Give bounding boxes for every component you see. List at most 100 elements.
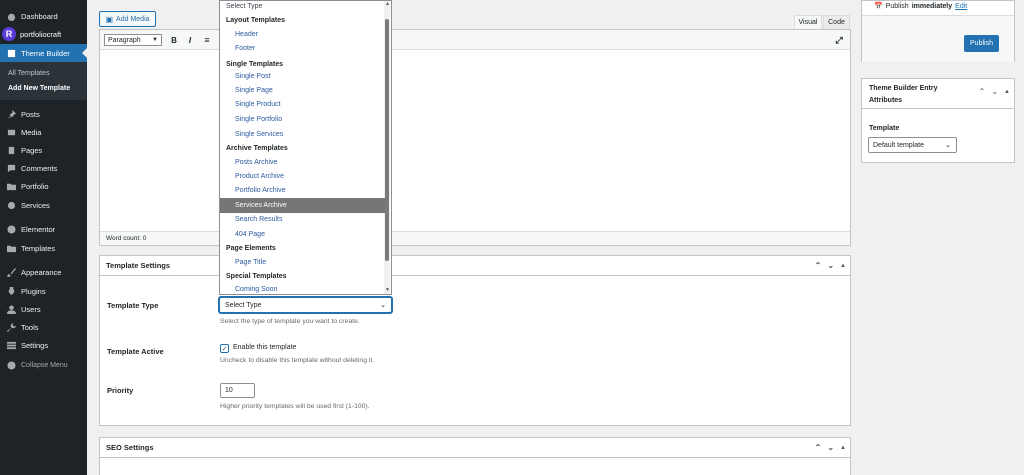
submenu-all-templates[interactable]: All Templates [0, 66, 87, 81]
enable-template-checkbox[interactable]: ✓ [220, 344, 229, 353]
collapse-menu-button[interactable]: Collapse Menu [0, 357, 87, 374]
chevron-down-icon[interactable]: ⌄ [991, 87, 998, 96]
sidebar-item-portfoliocraft[interactable]: R portfoliocraft [2, 25, 87, 43]
template-active-label: Template Active [107, 347, 164, 356]
seo-settings-panel: SEO Settings ⌃ ⌄ ▲ [99, 437, 851, 475]
dropdown-option[interactable]: Posts Archive [220, 155, 385, 170]
sidebar-item-pages[interactable]: Pages [0, 142, 87, 159]
sidebar-item-users[interactable]: Users [0, 301, 87, 318]
dashboard-icon [6, 12, 16, 22]
fullscreen-icon[interactable]: ⤢ [833, 34, 845, 46]
toggle-panel-icon[interactable]: ▲ [840, 445, 846, 451]
tab-visual[interactable]: Visual [794, 15, 822, 29]
wrench-icon [6, 323, 16, 333]
dropdown-option[interactable]: Single Services [220, 127, 385, 142]
chevron-up-icon[interactable]: ⌃ [979, 87, 986, 96]
dropdown-option[interactable]: Single Page [220, 83, 385, 98]
sidebar-item-posts[interactable]: Posts [0, 106, 87, 123]
sidebar-item-elementor[interactable]: Elementor [0, 221, 87, 238]
sidebar-item-plugins[interactable]: Plugins [0, 283, 87, 300]
priority-label: Priority [107, 386, 134, 395]
bold-button[interactable]: B [168, 34, 180, 46]
attributes-title: Theme Builder Entry Attributes [869, 85, 938, 104]
dropdown-option[interactable]: Services Archive [220, 198, 385, 213]
dropdown-group-label: Archive Templates [226, 144, 288, 152]
chevron-up-icon[interactable]: ⌃ [815, 443, 822, 452]
scroll-down-icon[interactable]: ▼ [385, 287, 390, 293]
sidebar-item-theme-builder[interactable]: Theme Builder [0, 44, 87, 62]
panel-title: Template Settings [106, 261, 171, 270]
dropdown-group-label: Layout Templates [226, 16, 285, 24]
user-icon [6, 305, 16, 315]
dropdown-option[interactable]: Single Portfolio [220, 112, 385, 127]
bullet-list-icon[interactable]: ≡ [201, 34, 213, 46]
template-active-description: Uncheck to disable this template without… [220, 357, 375, 364]
folder-icon [6, 244, 16, 254]
publish-button[interactable]: Publish [964, 35, 999, 52]
chevron-down-icon[interactable]: ⌄ [827, 443, 834, 452]
template-type-dropdown-list[interactable]: ▲ ▼ Select Type Layout Templates Header Foo… [219, 0, 392, 295]
dropdown-option[interactable]: Footer [220, 41, 385, 56]
dropdown-group-label: Special Templates [226, 272, 287, 280]
dropdown-option[interactable]: Page Title [220, 255, 385, 270]
current-menu-arrow [82, 48, 87, 58]
toggle-panel-icon[interactable]: ▲ [840, 263, 846, 269]
pages-icon [6, 146, 16, 156]
dropdown-option[interactable]: Search Results [220, 212, 385, 227]
content-editor[interactable] [99, 29, 851, 246]
sidebar-item-templates[interactable]: Templates [0, 240, 87, 257]
publish-schedule: 📅 Publish immediately Edit [874, 2, 968, 11]
italic-button[interactable]: I [184, 34, 196, 46]
sidebar-item-dashboard[interactable]: Dashboard [0, 8, 87, 25]
folder-icon [6, 182, 16, 192]
template-type-select[interactable]: Select Type ⌄ [219, 297, 392, 313]
dropdown-option[interactable]: Single Post [220, 69, 385, 84]
sidebar-item-portfolio[interactable]: Portfolio [0, 178, 87, 195]
format-select[interactable]: Paragraph ▼ [104, 34, 162, 46]
dropdown-option[interactable]: Coming Soon [220, 282, 385, 294]
media-icon [6, 128, 16, 138]
dropdown-option[interactable]: 404 Page [220, 227, 385, 242]
editor-toolbar: Paragraph ▼ B I ≡ ⤢ [100, 30, 850, 50]
chevron-down-icon: ▼ [152, 37, 158, 43]
chevron-down-icon[interactable]: ⌄ [827, 261, 834, 270]
dropdown-option[interactable]: Product Archive [220, 169, 385, 184]
toggle-panel-icon[interactable]: ▲ [1004, 89, 1010, 95]
sidebar-item-media[interactable]: Media [0, 124, 87, 141]
media-icon: ▣ [105, 14, 114, 24]
dropdown-scrollbar-thumb[interactable] [385, 19, 389, 261]
collapse-icon [6, 361, 16, 371]
tab-code[interactable]: Code [823, 15, 850, 29]
submenu-add-new-template[interactable]: Add New Template [0, 81, 87, 96]
sidebar-item-appearance[interactable]: Appearance [0, 264, 87, 281]
priority-input[interactable]: 10 [220, 383, 255, 398]
chevron-up-icon[interactable]: ⌃ [815, 261, 822, 270]
pin-icon [6, 110, 16, 120]
dropdown-option[interactable]: Header [220, 27, 385, 42]
template-label: Template [869, 125, 900, 132]
add-media-button[interactable]: ▣ Add Media [99, 11, 156, 27]
panel-header: SEO Settings ⌃ ⌄ ▲ [100, 438, 850, 458]
sidebar-item-comments[interactable]: Comments [0, 160, 87, 177]
word-count: Word count: 0 [100, 231, 850, 245]
chevron-down-icon: ⌄ [380, 302, 386, 309]
plugin-icon [6, 287, 16, 297]
elementor-icon [6, 225, 16, 235]
page-template-select[interactable]: Default template ⌄ [868, 137, 957, 153]
dropdown-option[interactable]: Single Product [220, 97, 385, 112]
enable-template-label[interactable]: Enable this template [233, 344, 296, 351]
sidebar-item-settings[interactable]: Settings [0, 337, 87, 354]
chevron-down-icon: ⌄ [945, 142, 951, 149]
template-type-description: Select the type of template you want to … [220, 318, 360, 325]
scroll-up-icon[interactable]: ▲ [385, 1, 390, 7]
panel-header: Template Settings ⌃ ⌄ ▲ [100, 256, 850, 276]
comments-icon [6, 164, 16, 174]
brush-icon [6, 268, 16, 278]
theme-builder-icon [6, 48, 16, 58]
edit-publish-link[interactable]: Edit [955, 3, 967, 10]
dropdown-option[interactable]: Portfolio Archive [220, 183, 385, 198]
dropdown-option[interactable]: Select Type [220, 1, 385, 14]
sidebar-item-tools[interactable]: Tools [0, 319, 87, 336]
sidebar-item-services[interactable]: Services [0, 197, 87, 214]
template-settings-panel: Template Settings ⌃ ⌄ ▲ [99, 255, 851, 426]
